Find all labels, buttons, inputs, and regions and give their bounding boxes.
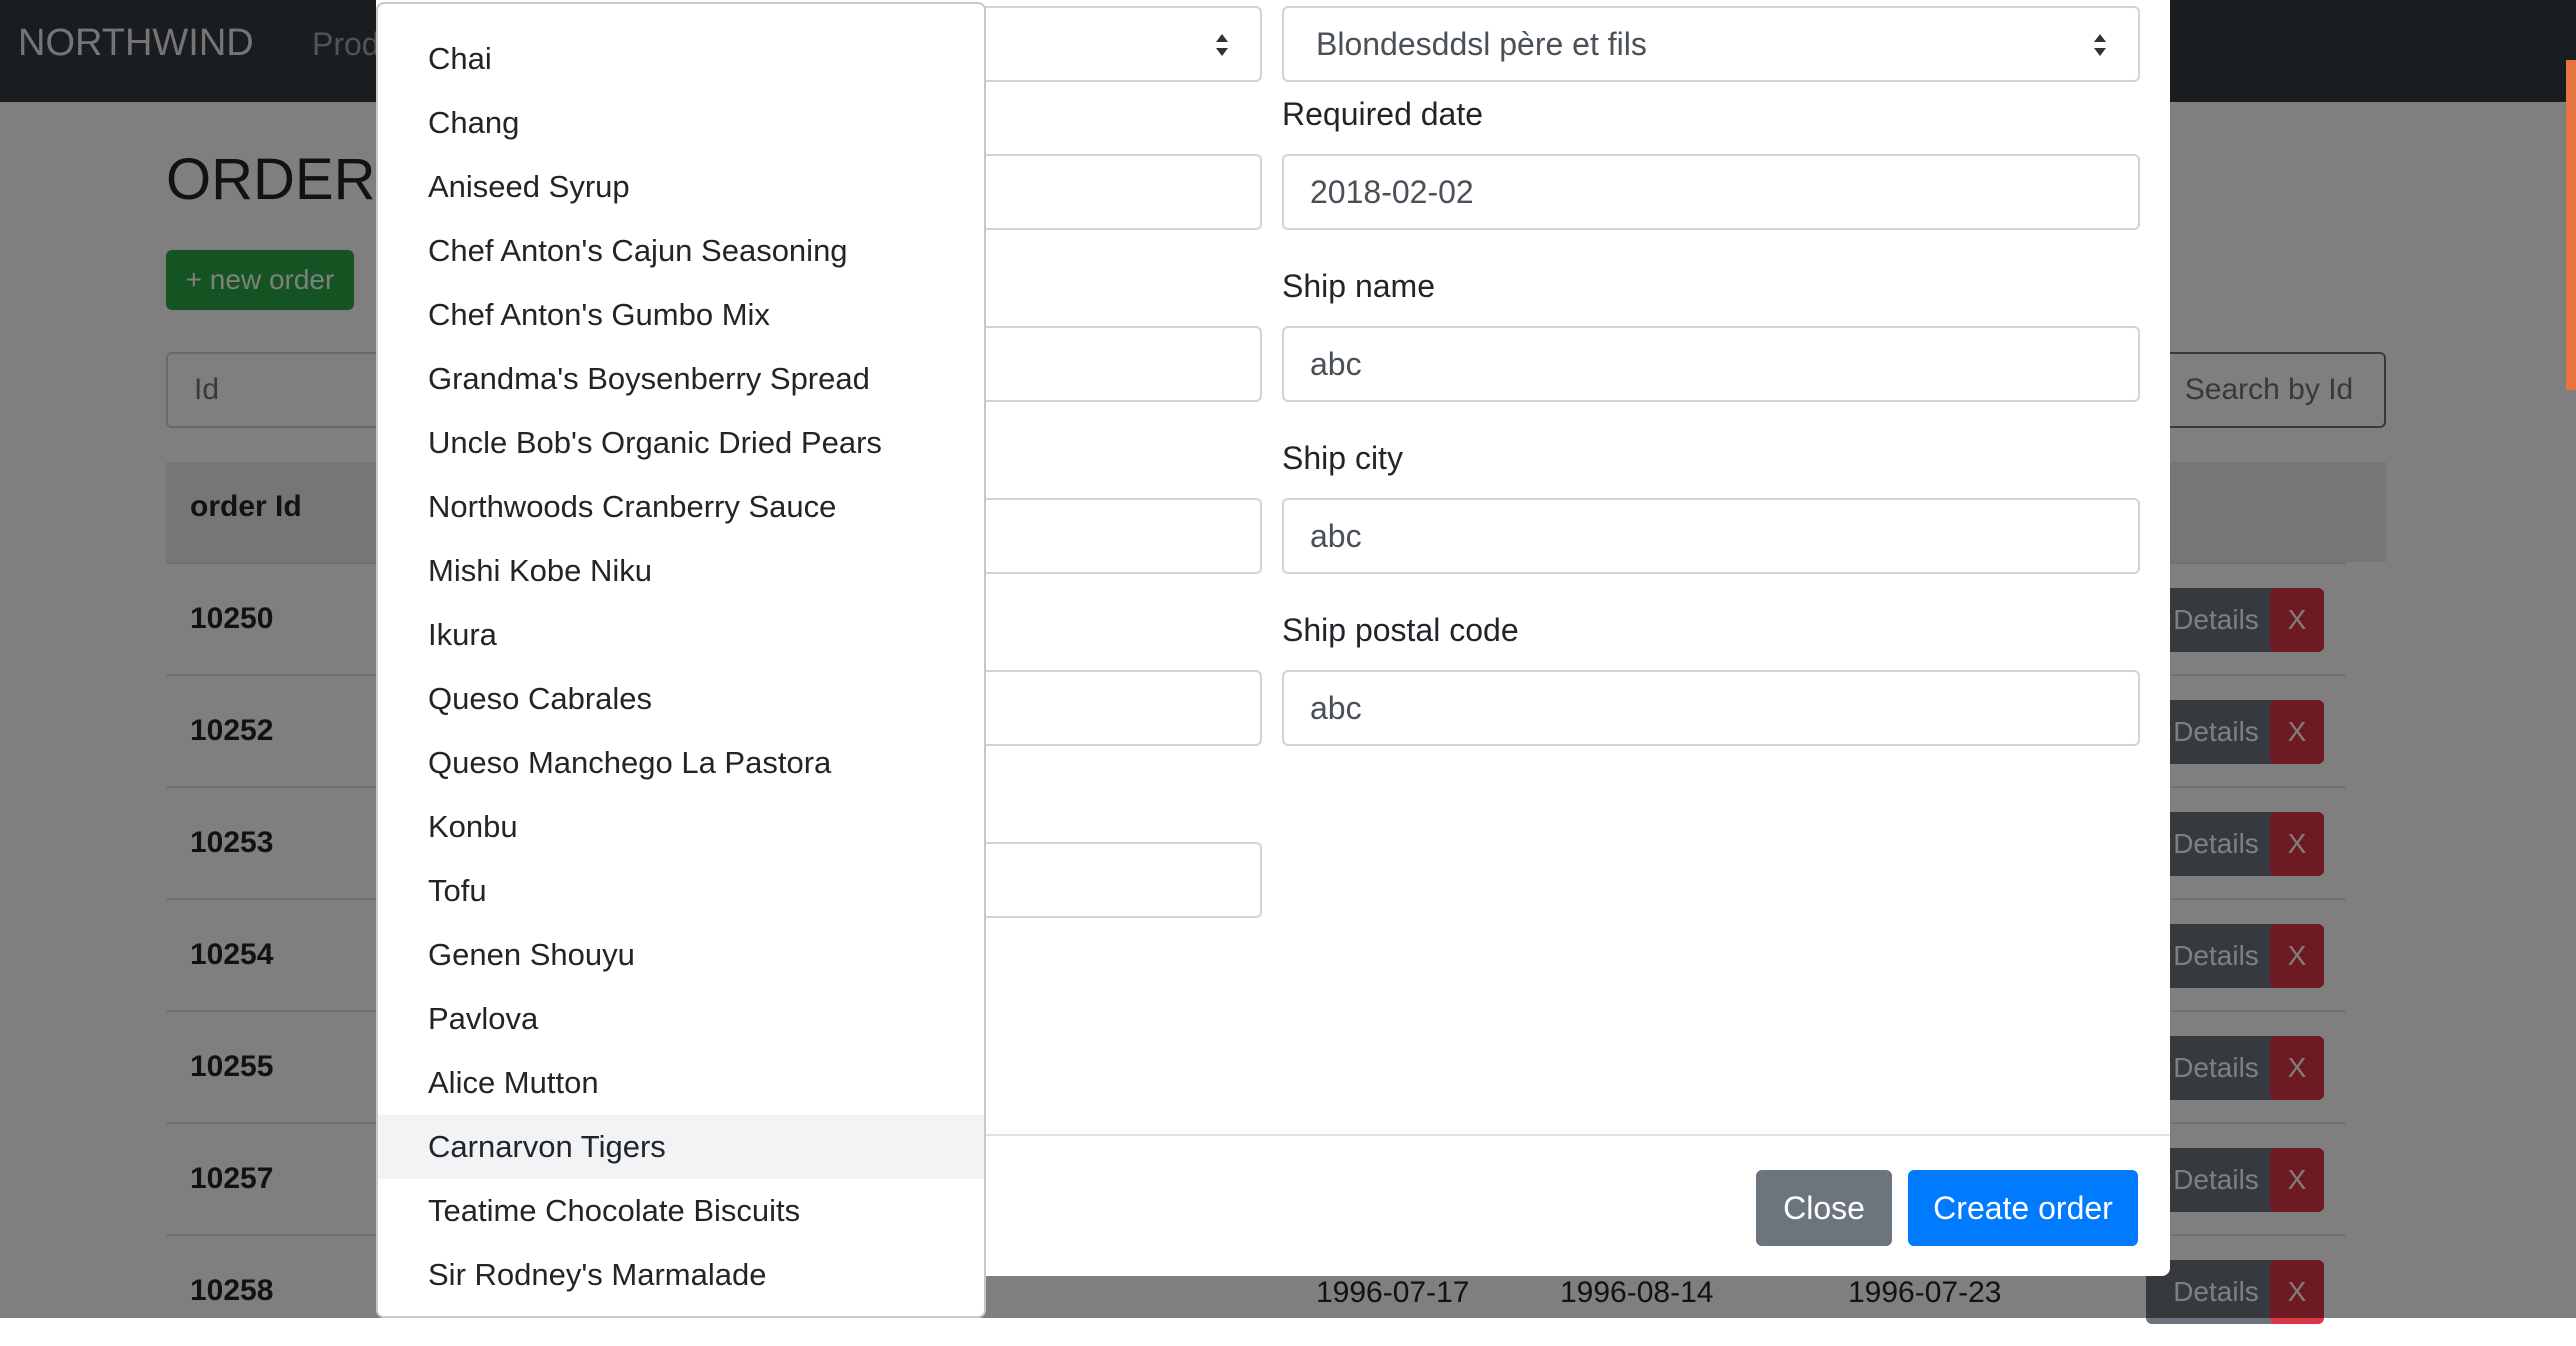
dropdown-option[interactable]: Carnarvon Tigers [378, 1115, 984, 1179]
create-order-button[interactable]: Create order [1908, 1170, 2138, 1246]
ship-name-label: Ship name [1282, 268, 1435, 304]
page-scrollbar-thumb[interactable] [2566, 60, 2576, 390]
dropdown-option[interactable]: Northwoods Cranberry Sauce [378, 475, 984, 539]
required-date-input[interactable]: 2018-02-02 [1282, 154, 2140, 230]
ship-name-input[interactable]: abc [1282, 326, 2140, 402]
ship-postal-code-input[interactable]: abc [1282, 670, 2140, 746]
dropdown-option[interactable]: Uncle Bob's Organic Dried Pears [378, 411, 984, 475]
dropdown-option[interactable]: Tofu [378, 859, 984, 923]
select-caret-icon [2094, 34, 2106, 56]
dropdown-option[interactable]: Sir Rodney's Marmalade [378, 1243, 984, 1307]
close-button[interactable]: Close [1756, 1170, 1892, 1246]
dropdown-option[interactable]: Aniseed Syrup [378, 155, 984, 219]
product-dropdown-list[interactable]: Chai Chang Aniseed Syrup Chef Anton's Cajun… [376, 2, 986, 1318]
ship-postal-code-label: Ship postal code [1282, 612, 1519, 648]
dropdown-option[interactable]: Mishi Kobe Niku [378, 539, 984, 603]
required-date-label: Required date [1282, 96, 1484, 132]
dropdown-option[interactable]: Chai [378, 27, 984, 91]
select-caret-icon [1216, 34, 1228, 56]
dropdown-option[interactable]: Ikura [378, 603, 984, 667]
dropdown-option[interactable]: Queso Manchego La Pastora [378, 731, 984, 795]
ship-city-label: Ship city [1282, 440, 1403, 476]
dropdown-option[interactable]: Chef Anton's Gumbo Mix [378, 283, 984, 347]
dropdown-option[interactable]: Genen Shouyu [378, 923, 984, 987]
dropdown-option[interactable]: Konbu [378, 795, 984, 859]
dropdown-option[interactable]: Alice Mutton [378, 1051, 984, 1115]
customer-select[interactable]: Blondesddsl père et fils [1282, 6, 2140, 82]
dropdown-option[interactable]: Teatime Chocolate Biscuits [378, 1179, 984, 1243]
dropdown-option[interactable]: Queso Cabrales [378, 667, 984, 731]
customer-select-value: Blondesddsl père et fils [1316, 25, 1647, 62]
dropdown-option[interactable]: Chef Anton's Cajun Seasoning [378, 219, 984, 283]
dropdown-option[interactable]: Chang [378, 91, 984, 155]
ship-city-input[interactable]: abc [1282, 498, 2140, 574]
dropdown-option[interactable]: Grandma's Boysenberry Spread [378, 347, 984, 411]
dropdown-option[interactable]: Pavlova [378, 987, 984, 1051]
